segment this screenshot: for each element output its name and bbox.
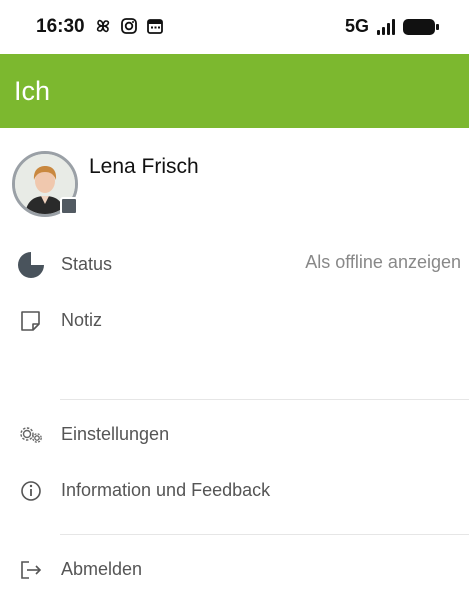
info-icon bbox=[21, 481, 41, 501]
page-title: Ich bbox=[14, 76, 51, 106]
note-row[interactable]: Notiz bbox=[0, 296, 469, 346]
note-icon bbox=[21, 311, 40, 331]
profile-header[interactable]: Lena Frisch bbox=[0, 128, 469, 218]
settings-label: Einstellungen bbox=[61, 424, 170, 444]
system-status-bar: 16:30 5G bbox=[0, 0, 469, 54]
logout-label: Abmelden bbox=[61, 559, 143, 579]
signal-icon bbox=[377, 18, 395, 35]
info-feedback-label: Information und Feedback bbox=[61, 480, 271, 500]
logout-row[interactable]: Abmelden bbox=[0, 545, 469, 595]
presence-indicator bbox=[60, 197, 78, 215]
logout-icon bbox=[21, 561, 42, 579]
status-value[interactable]: Als offline anzeigen bbox=[305, 252, 461, 273]
pinwheel-icon bbox=[96, 19, 110, 33]
info-feedback-row[interactable]: Information und Feedback bbox=[0, 466, 469, 516]
gears-icon bbox=[20, 427, 42, 443]
clock: 16:30 bbox=[36, 16, 85, 37]
status-icon bbox=[18, 252, 44, 278]
status-row[interactable]: Status Als offline anzeigen bbox=[0, 240, 469, 290]
calendar-icon bbox=[147, 19, 163, 34]
profile-name: Lena Frisch bbox=[89, 155, 199, 178]
notification-icons bbox=[94, 17, 164, 35]
battery-icon bbox=[403, 18, 439, 35]
instagram-icon bbox=[121, 18, 137, 34]
settings-row[interactable]: Einstellungen bbox=[0, 410, 469, 460]
divider bbox=[60, 399, 469, 400]
status-label: Status bbox=[61, 254, 113, 274]
app-bar: Ich bbox=[0, 54, 469, 128]
divider bbox=[60, 534, 469, 535]
system-indicators: 5G bbox=[344, 16, 439, 37]
note-label: Notiz bbox=[61, 310, 103, 330]
network-type: 5G bbox=[344, 16, 369, 36]
